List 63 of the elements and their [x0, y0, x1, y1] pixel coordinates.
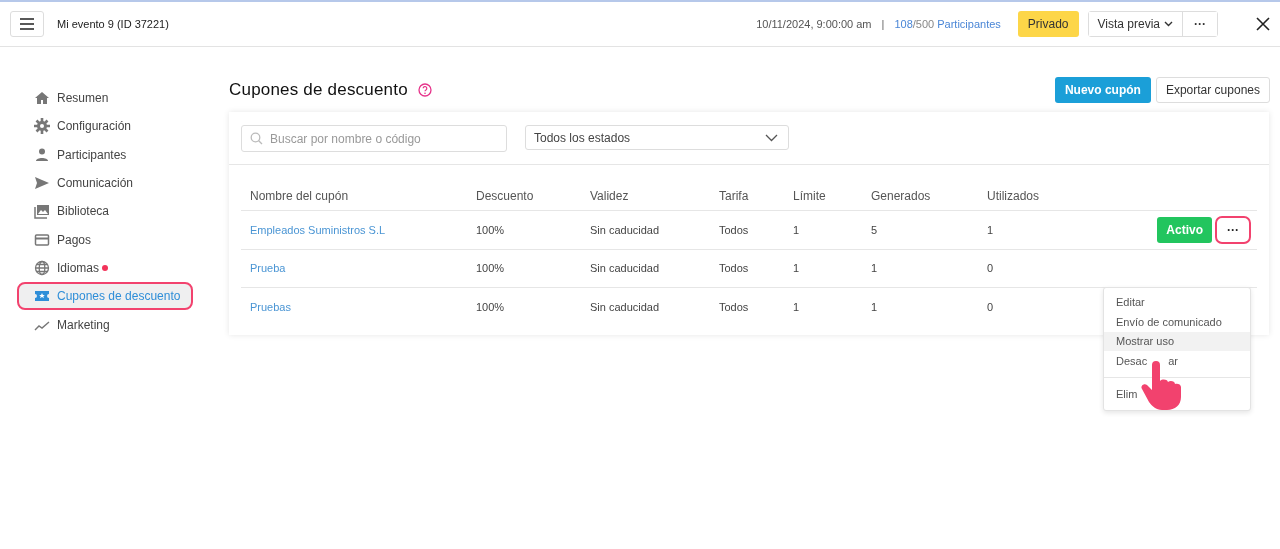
page-title: Cupones de descuento — [229, 80, 408, 100]
menu-button[interactable] — [10, 11, 44, 37]
privacy-badge[interactable]: Privado — [1017, 11, 1079, 37]
help-icon[interactable] — [417, 83, 432, 97]
table-cell-text: 1 — [793, 262, 801, 275]
table-cell-text: Todos — [719, 262, 750, 275]
gear-icon — [34, 118, 50, 135]
separator: | — [881, 18, 885, 30]
table-cell-text: 100% — [476, 223, 506, 236]
more-button[interactable]: ··· — [1182, 12, 1217, 36]
chevron-down-icon — [1164, 21, 1173, 27]
table-cell-text: 1 — [987, 223, 995, 236]
table-cell-text: 1 — [871, 262, 879, 275]
sidebar-item[interactable]: Pagos — [17, 225, 105, 254]
sidebar-item[interactable]: Marketing — [17, 310, 123, 339]
home-icon — [34, 90, 50, 107]
menu-item[interactable]: Desac ar — [1104, 351, 1250, 372]
gallery-icon — [34, 203, 50, 220]
sidebar-item[interactable]: Resumen — [17, 84, 122, 113]
table-cell-text: 100% — [476, 262, 506, 275]
status-select[interactable]: Todos los estados — [525, 125, 789, 150]
card-icon — [34, 231, 50, 248]
close-icon[interactable] — [1256, 17, 1270, 31]
search-field[interactable]: Buscar por nombre o código — [241, 125, 507, 152]
table-cell-text: Todos — [719, 223, 750, 236]
event-datetime: 10/11/2024, 9:00:00 am — [756, 18, 872, 30]
table-cell-text: Sin caducidad — [590, 223, 661, 236]
menu-item[interactable]: Envío de comunicado — [1104, 311, 1250, 332]
export-coupons-button[interactable]: Exportar cupones — [1155, 77, 1270, 103]
table-cell-text: 1 — [793, 300, 801, 313]
column-header: Utilizados — [987, 188, 1041, 203]
row-more-button[interactable]: ··· — [1215, 215, 1251, 244]
sidebar-item[interactable]: Comunicación — [17, 168, 147, 198]
table-cell-text: Todos — [719, 300, 750, 313]
menu-item[interactable]: Editar — [1104, 292, 1250, 312]
table-cell-text: 1 — [871, 300, 879, 313]
sidebar-item[interactable]: Participantes — [17, 140, 140, 169]
sidebar-item[interactable]: Configuración — [17, 112, 145, 141]
chevron-down-icon — [765, 133, 778, 142]
table-cell-text: 0 — [987, 300, 995, 313]
menu-item[interactable]: Elim — [1104, 384, 1250, 404]
table-cell-text: Sin caducidad — [590, 262, 661, 275]
table-cell-text: 5 — [871, 223, 879, 236]
menu-item[interactable]: Mostrar uso — [1104, 331, 1250, 352]
table-cell-text: 1 — [793, 223, 801, 236]
sidebar-item[interactable]: Idiomas — [17, 253, 122, 283]
event-title: Mi evento 9 (ID 37221) — [57, 18, 169, 30]
person-icon — [34, 146, 50, 163]
participants-link[interactable]: 108/500 Participantes — [894, 18, 1001, 30]
table-cell-text: 0 — [987, 262, 995, 275]
sidebar-item[interactable]: Biblioteca — [17, 197, 123, 226]
search-icon — [250, 132, 263, 145]
column-header: Nombre del cupón — [250, 188, 350, 203]
column-header: Tarifa — [719, 188, 750, 203]
column-header: Generados — [871, 188, 932, 203]
menu-icon — [20, 18, 34, 30]
table-cell-text: Sin caducidad — [590, 300, 661, 313]
send-icon — [34, 175, 50, 192]
column-header: Límite — [793, 188, 827, 203]
globe-icon — [34, 259, 50, 276]
column-header: Validez — [590, 188, 630, 203]
table-cell-text: 100% — [476, 300, 506, 313]
column-header: Descuento — [476, 188, 535, 203]
